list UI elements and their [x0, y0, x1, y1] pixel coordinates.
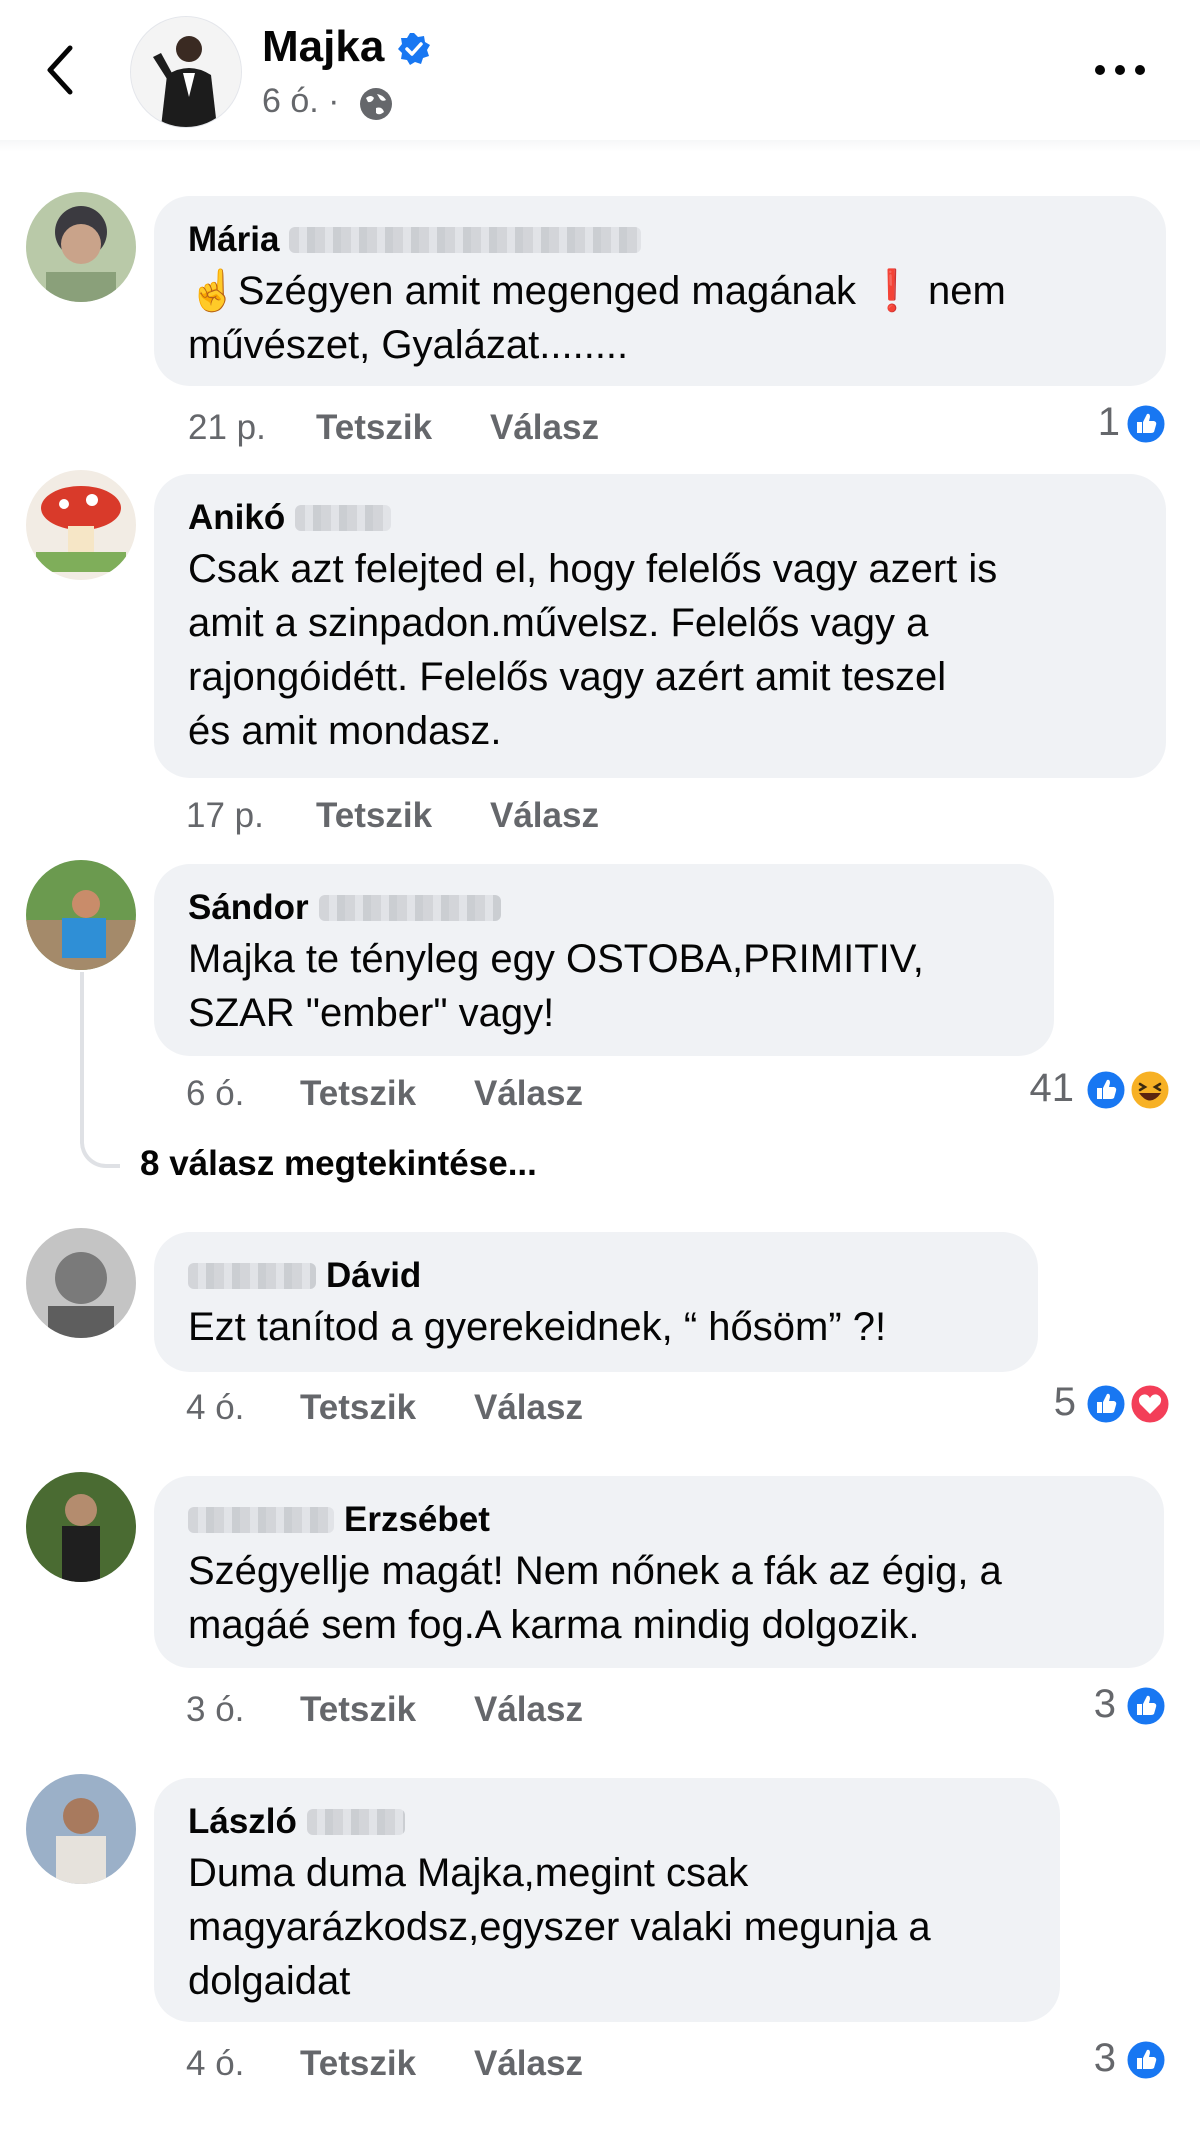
- comment-time: 4 ó.: [186, 2044, 245, 2083]
- reaction-count[interactable]: 3: [1076, 2036, 1116, 2081]
- comment-text: ☝️Szégyen amit megenged magának ❗ nem mű…: [188, 269, 1006, 367]
- comment-time: 21 p.: [188, 408, 266, 447]
- blurred-surname: [289, 227, 642, 253]
- love-reaction-icon: [1128, 1382, 1172, 1426]
- view-replies-link[interactable]: 8 válasz megtekintése...: [140, 1144, 537, 1184]
- avatar[interactable]: [26, 1228, 136, 1338]
- like-reaction-icon: [1124, 2038, 1168, 2082]
- blurred-surname: [318, 895, 501, 921]
- back-arrow-icon[interactable]: [40, 40, 90, 100]
- comment-time: 17 p.: [186, 796, 264, 835]
- reply-button[interactable]: Válasz: [474, 1074, 583, 1114]
- avatar[interactable]: [26, 470, 136, 580]
- comment-author[interactable]: Dávid: [188, 1256, 421, 1296]
- author-first-name: Anikó: [188, 498, 286, 537]
- header-divider: [0, 140, 1200, 152]
- comment-text: Szégyellje magát! Nem nőnek a fák az égi…: [188, 1549, 1002, 1647]
- reaction-count[interactable]: 3: [1076, 1682, 1116, 1727]
- haha-reaction-icon: [1128, 1068, 1172, 1112]
- comment-author[interactable]: László: [188, 1802, 405, 1842]
- reply-button[interactable]: Válasz: [490, 796, 599, 836]
- comment-time: 3 ó.: [186, 1690, 245, 1729]
- post-header: Majka 6 ó. ·: [0, 0, 1200, 140]
- page-avatar[interactable]: [130, 16, 242, 128]
- comment-author[interactable]: Mária: [188, 220, 642, 260]
- verified-badge-icon: [398, 33, 430, 65]
- comment-text: Ezt tanítod a gyerekeidnek, “ hősöm” ?!: [188, 1305, 887, 1349]
- comment-time: 4 ó.: [186, 1388, 245, 1427]
- more-options-icon[interactable]: [1090, 58, 1150, 82]
- avatar[interactable]: [26, 860, 136, 970]
- like-button[interactable]: Tetszik: [300, 1690, 416, 1730]
- blurred-first-name: [188, 1263, 316, 1289]
- like-reaction-icon: [1124, 1684, 1168, 1728]
- post-time: 6 ó. ·: [262, 82, 340, 120]
- author-last-name: Dávid: [326, 1256, 422, 1295]
- like-button[interactable]: Tetszik: [316, 408, 432, 448]
- blurred-surname: [295, 505, 392, 531]
- reply-button[interactable]: Válasz: [490, 408, 599, 448]
- like-reaction-icon: [1084, 1068, 1128, 1112]
- reply-button[interactable]: Válasz: [474, 1690, 583, 1730]
- like-button[interactable]: Tetszik: [316, 796, 432, 836]
- comment-author[interactable]: Anikó: [188, 498, 392, 538]
- author-first-name: Mária: [188, 220, 280, 259]
- page-name[interactable]: Majka: [262, 22, 384, 72]
- comment-text: Duma duma Majka,megint csak magyarázkods…: [188, 1851, 931, 2003]
- like-reaction-icon: [1124, 402, 1168, 446]
- comment-author[interactable]: Sándor: [188, 888, 501, 928]
- reply-button[interactable]: Válasz: [474, 2044, 583, 2084]
- like-button[interactable]: Tetszik: [300, 1074, 416, 1114]
- reaction-count[interactable]: 41: [1010, 1066, 1075, 1111]
- reaction-count[interactable]: 5: [1036, 1380, 1076, 1425]
- like-reaction-icon: [1084, 1382, 1128, 1426]
- author-last-name: Erzsébet: [344, 1500, 490, 1539]
- reaction-count[interactable]: 1: [1060, 400, 1120, 445]
- comment-time: 6 ó.: [186, 1074, 245, 1113]
- reply-button[interactable]: Válasz: [474, 1388, 583, 1428]
- author-first-name: László: [188, 1802, 297, 1841]
- like-button[interactable]: Tetszik: [300, 1388, 416, 1428]
- comment-text: Majka te tényleg egy OSTOBA,PRIMITIV, SZ…: [188, 937, 924, 1035]
- avatar[interactable]: [26, 1472, 136, 1582]
- blurred-surname: [306, 1809, 405, 1835]
- comment-author[interactable]: Erzsébet: [188, 1500, 490, 1540]
- like-button[interactable]: Tetszik: [300, 2044, 416, 2084]
- comment-text: Csak azt felejted el, hogy felelős vagy …: [188, 547, 998, 753]
- avatar[interactable]: [26, 1774, 136, 1884]
- author-first-name: Sándor: [188, 888, 309, 927]
- reply-thread-line: [80, 972, 120, 1168]
- globe-icon: [360, 88, 392, 120]
- blurred-first-name: [188, 1507, 334, 1533]
- avatar[interactable]: [26, 192, 136, 302]
